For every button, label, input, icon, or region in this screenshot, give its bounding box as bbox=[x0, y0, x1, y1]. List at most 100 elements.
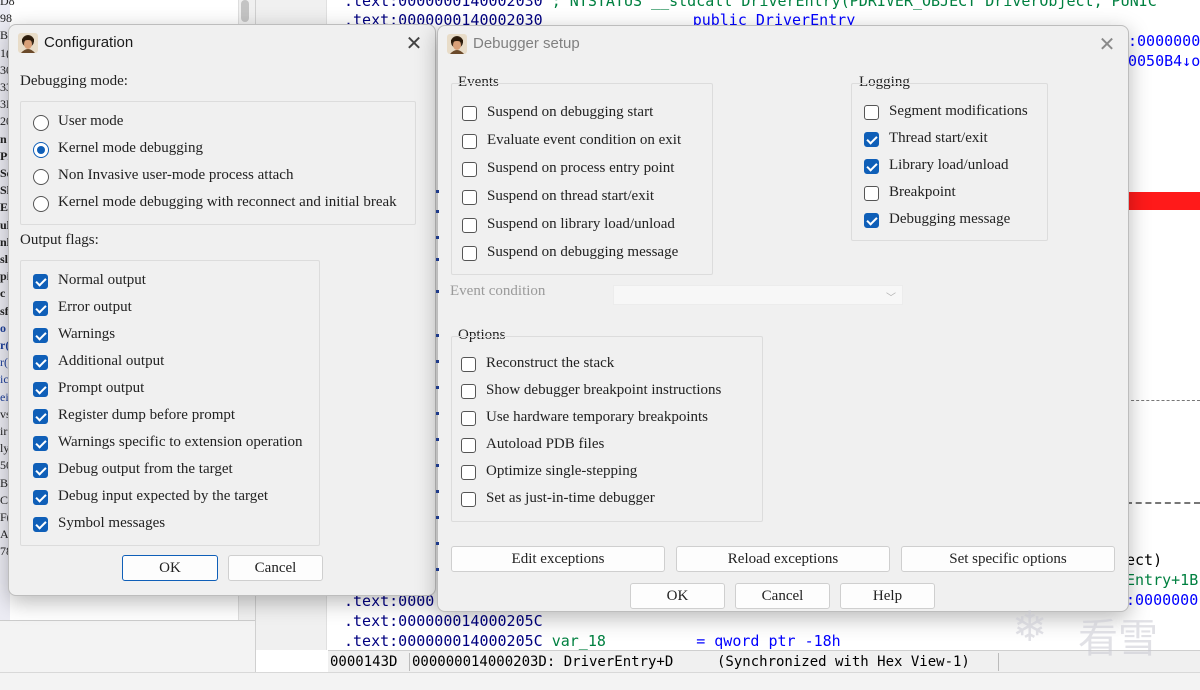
function-list-entry[interactable]: r( bbox=[0, 355, 8, 370]
code-ref-right-1: :0000000 bbox=[1128, 32, 1200, 50]
gutter-marker bbox=[436, 464, 439, 467]
option-label: Set as just-in-time debugger bbox=[486, 490, 655, 506]
option-label: Normal output bbox=[58, 272, 146, 288]
gutter-marker bbox=[436, 236, 439, 239]
function-list-entry[interactable]: o bbox=[0, 321, 6, 336]
option-label: Debug output from the target bbox=[58, 461, 233, 477]
option-label: Symbol messages bbox=[58, 515, 166, 531]
gutter-marker bbox=[436, 516, 439, 519]
checkbox[interactable] bbox=[33, 301, 48, 316]
code-ref-right-2: 0050B4↓o bbox=[1128, 52, 1200, 70]
checkbox[interactable] bbox=[864, 159, 879, 174]
option-label: Warnings specific to extension operation bbox=[58, 434, 303, 450]
events-group: Suspend on debugging start Evaluate event… bbox=[451, 83, 713, 275]
snowflake-icon: ❄ bbox=[1012, 602, 1048, 651]
radio-button[interactable] bbox=[33, 115, 49, 131]
option-label: Kernel mode debugging bbox=[58, 140, 203, 156]
function-list-entry[interactable]: D8 bbox=[0, 0, 15, 9]
checkbox[interactable] bbox=[864, 213, 879, 228]
option-label: Error output bbox=[58, 299, 132, 315]
close-icon[interactable]: ✕ bbox=[401, 31, 427, 55]
option-label: Reconstruct the stack bbox=[486, 355, 615, 371]
option-label: Suspend on debugging start bbox=[487, 104, 654, 120]
radio-button[interactable] bbox=[33, 142, 49, 158]
ida-app-icon bbox=[447, 34, 467, 54]
checkbox[interactable] bbox=[461, 357, 476, 372]
checkbox[interactable] bbox=[462, 106, 477, 121]
checkbox[interactable] bbox=[864, 132, 879, 147]
radio-button[interactable] bbox=[33, 169, 49, 185]
code-line-c-variable: var_18 bbox=[551, 632, 606, 650]
gutter-marker bbox=[436, 360, 439, 363]
function-list-entry[interactable]: B bbox=[0, 28, 8, 43]
status-location: 000000014000203D: DriverEntry+D bbox=[412, 654, 674, 670]
checkbox[interactable] bbox=[33, 436, 48, 451]
option-label: Warnings bbox=[58, 326, 116, 342]
checkbox[interactable] bbox=[461, 492, 476, 507]
checkbox[interactable] bbox=[33, 328, 48, 343]
function-separator-1 bbox=[1126, 400, 1200, 401]
checkbox[interactable] bbox=[461, 411, 476, 426]
status-separator bbox=[998, 653, 999, 671]
option-label: Suspend on library load/unload bbox=[487, 216, 675, 232]
status-sync: (Synchronized with Hex View-1) bbox=[717, 654, 970, 670]
checkbox[interactable] bbox=[864, 186, 879, 201]
ida-bottom-bar bbox=[0, 672, 1200, 690]
radio-button[interactable] bbox=[33, 196, 49, 212]
config-cancel-button[interactable]: Cancel bbox=[228, 555, 323, 581]
option-label: Suspend on process entry point bbox=[487, 160, 675, 176]
function-list-entry[interactable]: C bbox=[0, 493, 8, 508]
checkbox[interactable] bbox=[461, 438, 476, 453]
function-list-entry[interactable]: n bbox=[0, 132, 7, 147]
status-file-offset: 0000143D bbox=[330, 654, 398, 670]
logging-group: Segment modifications Thread start/exit Li… bbox=[851, 83, 1048, 241]
function-list-entry[interactable]: c bbox=[0, 286, 5, 301]
debugger-help-button[interactable]: Help bbox=[840, 583, 935, 609]
reload-exceptions-button[interactable]: Reload exceptions bbox=[676, 546, 890, 572]
code-line-0: .text:0000000140002030 ; NTSTATUS __stdc… bbox=[344, 0, 1157, 10]
output-flags-label: Output flags: bbox=[20, 232, 99, 248]
checkbox[interactable] bbox=[33, 274, 48, 289]
checkbox[interactable] bbox=[33, 490, 48, 505]
checkbox[interactable] bbox=[461, 465, 476, 480]
checkbox[interactable] bbox=[33, 382, 48, 397]
ida-app-icon bbox=[18, 33, 38, 53]
debugger-setup-titlebar[interactable]: Debugger setup ✕ bbox=[438, 26, 1128, 62]
event-condition-combo[interactable]: ﹀ bbox=[613, 285, 903, 305]
checkbox[interactable] bbox=[462, 190, 477, 205]
option-label: Show debugger breakpoint instructions bbox=[486, 382, 722, 398]
debugger-cancel-button[interactable]: Cancel bbox=[735, 583, 830, 609]
checkbox[interactable] bbox=[33, 355, 48, 370]
checkbox[interactable] bbox=[33, 463, 48, 478]
option-label: Non Invasive user-mode process attach bbox=[58, 167, 294, 183]
set-specific-options-button[interactable]: Set specific options bbox=[901, 546, 1115, 572]
function-list-entry[interactable]: ir bbox=[0, 424, 7, 439]
checkbox[interactable] bbox=[33, 409, 48, 424]
debugging-mode-label: Debugging mode: bbox=[20, 73, 128, 89]
option-label: Register dump before prompt bbox=[58, 407, 236, 423]
checkbox[interactable] bbox=[462, 134, 477, 149]
checkbox[interactable] bbox=[461, 384, 476, 399]
chevron-down-icon[interactable]: ﹀ bbox=[886, 289, 896, 304]
checkbox[interactable] bbox=[462, 246, 477, 261]
checkbox[interactable] bbox=[462, 218, 477, 233]
debugger-setup-dialog: Debugger setup ✕ Events Suspend on debug… bbox=[437, 25, 1129, 612]
checkbox[interactable] bbox=[33, 517, 48, 532]
edit-exceptions-button[interactable]: Edit exceptions bbox=[451, 546, 665, 572]
close-icon[interactable]: ✕ bbox=[1094, 32, 1120, 56]
config-ok-button[interactable]: OK bbox=[122, 555, 218, 581]
configuration-titlebar[interactable]: Configuration ✕ bbox=[9, 25, 435, 61]
checkbox[interactable] bbox=[864, 105, 879, 120]
debugger-setup-title: Debugger setup bbox=[473, 35, 580, 52]
code-ref-right-ect: ect) bbox=[1126, 551, 1163, 569]
gutter-marker bbox=[436, 568, 439, 571]
configuration-title: Configuration bbox=[44, 34, 134, 51]
code-line-c: .text:000000014000205C var_18 = qword pt… bbox=[344, 632, 841, 650]
function-list-scroll-thumb[interactable] bbox=[241, 0, 249, 22]
option-label: Breakpoint bbox=[889, 184, 956, 200]
function-list-entry[interactable]: sl bbox=[0, 252, 8, 267]
debugger-ok-button[interactable]: OK bbox=[630, 583, 725, 609]
watermark-text: 看雪 bbox=[1078, 616, 1158, 662]
option-label: Library load/unload bbox=[889, 157, 1009, 173]
checkbox[interactable] bbox=[462, 162, 477, 177]
